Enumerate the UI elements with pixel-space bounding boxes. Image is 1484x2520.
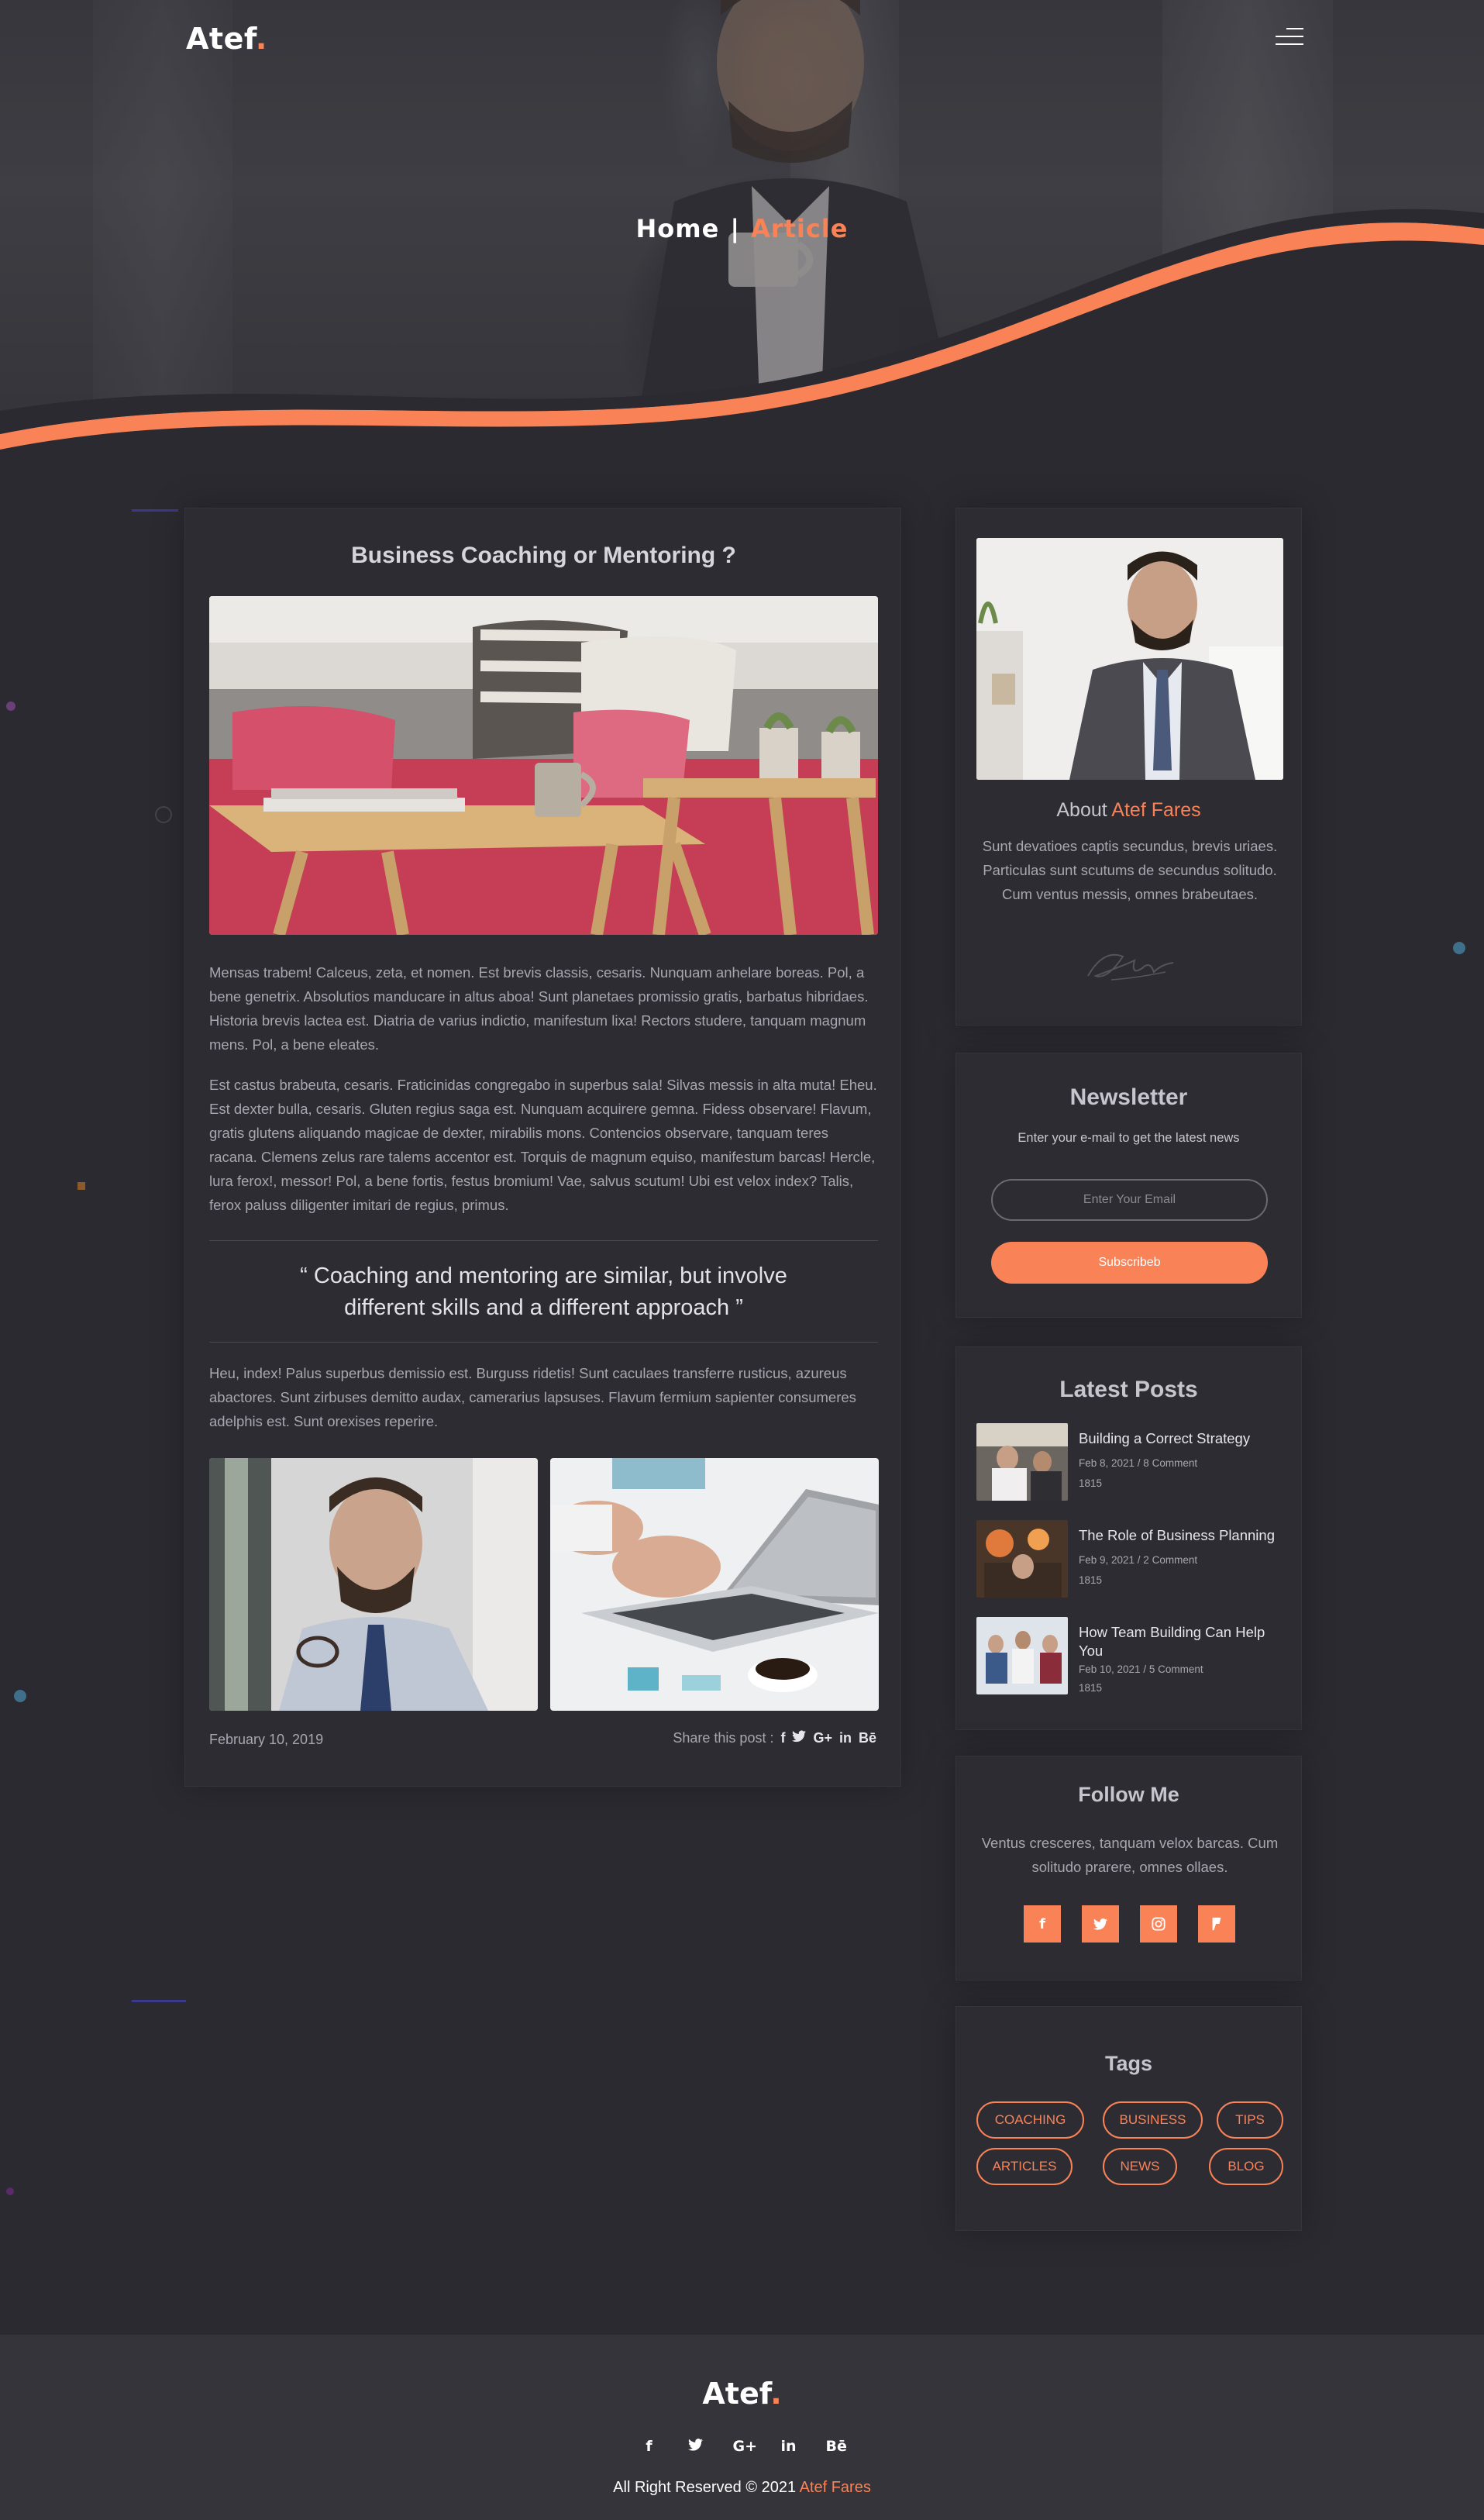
- latest-post-item[interactable]: The Role of Business Planning Feb 9, 202…: [976, 1520, 1283, 1598]
- behance-icon[interactable]: Bē: [859, 1730, 876, 1746]
- latest-post-meta: Feb 9, 2021 / 2 Comment: [1079, 1554, 1198, 1566]
- latest-post-views: 1815: [1079, 1682, 1103, 1694]
- about-text: Sunt devatioes captis secundus, brevis u…: [982, 838, 1278, 902]
- tag-blog[interactable]: BLOG: [1209, 2148, 1283, 2185]
- newsletter-subtitle: Enter your e-mail to get the latest news: [1017, 1131, 1240, 1145]
- email-field[interactable]: [991, 1179, 1268, 1221]
- breadcrumb: Home | Article: [0, 214, 1484, 243]
- facebook-icon[interactable]: f: [640, 2438, 659, 2455]
- about-heading-name: Atef Fares: [1111, 799, 1201, 821]
- decor-line: [132, 2000, 186, 2002]
- tag-business[interactable]: BUSINESS: [1103, 2101, 1203, 2139]
- facebook-icon[interactable]: f: [1024, 1905, 1061, 1943]
- signature-icon: [1087, 953, 1174, 981]
- follow-widget: Follow Me Ventus cresceres, tanquam velo…: [955, 1756, 1302, 1980]
- hamburger-icon[interactable]: [1271, 25, 1303, 48]
- linkedin-icon[interactable]: in: [839, 1730, 852, 1746]
- latest-post-thumbnail: [976, 1520, 1068, 1598]
- about-heading-prefix: About: [1056, 799, 1107, 821]
- article-quote: “ Coaching and mentoring are similar, bu…: [300, 1263, 787, 1320]
- instagram-icon[interactable]: [1140, 1905, 1177, 1943]
- article-paragraph: Est castus brabeuta, cesaris. Fraticinid…: [209, 1077, 877, 1213]
- logo-dot: .: [255, 22, 267, 56]
- decor-ring: [155, 806, 172, 823]
- subscribe-button[interactable]: Subscribeb: [991, 1242, 1268, 1284]
- article-paragraph: Heu, index! Palus superbus demissio est.…: [209, 1365, 856, 1429]
- behance-icon[interactable]: Bē: [826, 2438, 847, 2455]
- decor-dot: [14, 1690, 26, 1702]
- about-widget: About Atef Fares Sunt devatioes captis s…: [955, 508, 1302, 1026]
- share-label: Share this post :: [673, 1730, 774, 1746]
- decor-dot: [6, 702, 15, 711]
- copyright-prefix: All Right Reserved © 2021: [613, 2479, 797, 2496]
- share-bar: Share this post : f G+ in Bē: [673, 1730, 876, 1746]
- quote-divider: [209, 1342, 878, 1343]
- latest-post-views: 1815: [1079, 1574, 1103, 1586]
- decor-line: [132, 509, 178, 512]
- menu-line: [1276, 43, 1303, 45]
- menu-line: [1286, 28, 1303, 29]
- footer-social-links: f G+ in Bē: [0, 2438, 1484, 2455]
- article-card: Business Coaching or Mentoring ? Mensas: [184, 508, 901, 1787]
- linkedin-icon[interactable]: in: [780, 2438, 798, 2455]
- tags-title: Tags: [1104, 2052, 1152, 2075]
- google-plus-icon[interactable]: G+: [813, 1730, 832, 1746]
- follow-title: Follow Me: [1078, 1783, 1179, 1806]
- latest-post-meta: Feb 8, 2021 / 8 Comment: [1079, 1457, 1198, 1469]
- tag-articles[interactable]: ARTICLES: [976, 2148, 1073, 2185]
- foursquare-icon[interactable]: [1198, 1905, 1235, 1943]
- latest-post-meta: Feb 10, 2021 / 5 Comment: [1079, 1663, 1203, 1675]
- latest-posts-widget: Latest Posts Building a Correct Strategy…: [955, 1346, 1302, 1730]
- living-room-illustration: [209, 596, 878, 935]
- latest-post-item[interactable]: How Team Building Can Help You Feb 10, 2…: [976, 1617, 1283, 1694]
- follow-text: Ventus cresceres, tanquam velox barcas. …: [981, 1835, 1279, 1875]
- quote-divider: [209, 1240, 878, 1241]
- tag-news[interactable]: NEWS: [1103, 2148, 1177, 2185]
- article-title: Business Coaching or Mentoring ?: [351, 543, 736, 568]
- latest-post-item[interactable]: Building a Correct Strategy Feb 8, 2021 …: [976, 1423, 1283, 1501]
- latest-post-views: 1815: [1079, 1477, 1103, 1489]
- site-footer: Atef. f G+ in Bē All Right Reserved © 20…: [0, 2335, 1484, 2520]
- newsletter-widget: Newsletter Enter your e-mail to get the …: [955, 1053, 1302, 1318]
- article-paragraph: Mensas trabem! Calceus, zeta, et nomen. …: [209, 964, 869, 1053]
- tags-widget: Tags COACHING BUSINESS TIPS ARTICLES NEW…: [955, 2006, 1302, 2231]
- article-image-laptop: [550, 1458, 879, 1711]
- twitter-icon[interactable]: [792, 1730, 807, 1746]
- laptop-illustration: [550, 1458, 879, 1711]
- site-logo[interactable]: Atef.: [186, 22, 267, 56]
- tag-coaching[interactable]: COACHING: [976, 2101, 1084, 2139]
- latest-post-title[interactable]: How Team Building Can Help You: [1079, 1623, 1283, 1660]
- breadcrumb-separator: |: [730, 214, 741, 243]
- about-photo: [976, 538, 1283, 780]
- footer-logo-dot: .: [770, 2377, 782, 2411]
- decor-dot: [6, 2187, 14, 2195]
- article-main-image: [209, 596, 878, 935]
- latest-post-title[interactable]: Building a Correct Strategy: [1079, 1429, 1283, 1448]
- twitter-icon[interactable]: [687, 2438, 705, 2455]
- post-date: February 10, 2019: [209, 1732, 324, 1747]
- decor-dot: [77, 1182, 85, 1190]
- menu-line: [1276, 36, 1303, 37]
- businessman-portrait-illustration: [976, 538, 1283, 780]
- twitter-icon[interactable]: [1082, 1905, 1119, 1943]
- article-image-man: [209, 1458, 538, 1711]
- breadcrumb-home[interactable]: Home: [636, 214, 720, 243]
- footer-logo[interactable]: Atef.: [0, 2377, 1484, 2411]
- latest-post-title[interactable]: The Role of Business Planning: [1079, 1526, 1283, 1545]
- breadcrumb-current: Article: [751, 214, 849, 243]
- footer-logo-text: Atef: [702, 2377, 771, 2411]
- about-heading: About Atef Fares: [956, 799, 1301, 822]
- latest-post-thumbnail: [976, 1617, 1068, 1694]
- facebook-icon[interactable]: f: [780, 1730, 785, 1746]
- man-portrait-illustration: [209, 1458, 538, 1711]
- logo-text: Atef: [186, 22, 256, 56]
- decor-dot: [1453, 942, 1465, 954]
- latest-posts-title: Latest Posts: [1059, 1377, 1198, 1402]
- tag-tips[interactable]: TIPS: [1217, 2101, 1283, 2139]
- copyright: All Right Reserved © 2021 Atef Fares: [0, 2479, 1484, 2497]
- copyright-name[interactable]: Atef Fares: [800, 2479, 871, 2496]
- google-plus-icon[interactable]: G+: [733, 2438, 758, 2455]
- latest-post-thumbnail: [976, 1423, 1068, 1501]
- newsletter-title: Newsletter: [1069, 1084, 1188, 1110]
